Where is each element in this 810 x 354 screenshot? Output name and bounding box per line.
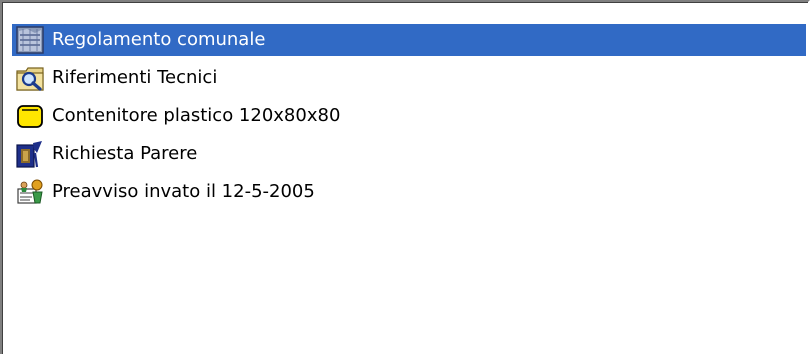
list-item-contenitore-plastico[interactable]: Contenitore plastico 120x80x80 bbox=[12, 100, 806, 132]
list-item-richiesta-parere[interactable]: Richiesta Parere bbox=[12, 138, 806, 170]
list-item-label: Preavviso invato il 12-5-2005 bbox=[52, 181, 315, 202]
list-item-regolamento-comunale[interactable]: Regolamento comunale bbox=[12, 24, 806, 56]
list-item-label: Regolamento comunale bbox=[52, 29, 266, 50]
notice-icon bbox=[12, 176, 48, 208]
container-icon bbox=[12, 100, 48, 132]
list-item-label: Richiesta Parere bbox=[52, 143, 198, 164]
list-items: Regolamento comunale Riferimenti Tecnici bbox=[12, 24, 806, 214]
regulation-document-icon bbox=[12, 24, 48, 56]
list-item-label: Riferimenti Tecnici bbox=[52, 67, 218, 88]
list-item-riferimenti-tecnici[interactable]: Riferimenti Tecnici bbox=[12, 62, 806, 94]
request-opinion-icon bbox=[12, 138, 48, 170]
list-box[interactable]: Regolamento comunale Riferimenti Tecnici bbox=[0, 0, 810, 354]
list-item-preavviso[interactable]: Preavviso invato il 12-5-2005 bbox=[12, 176, 806, 208]
technical-references-icon bbox=[12, 62, 48, 94]
list-item-label: Contenitore plastico 120x80x80 bbox=[52, 105, 341, 126]
